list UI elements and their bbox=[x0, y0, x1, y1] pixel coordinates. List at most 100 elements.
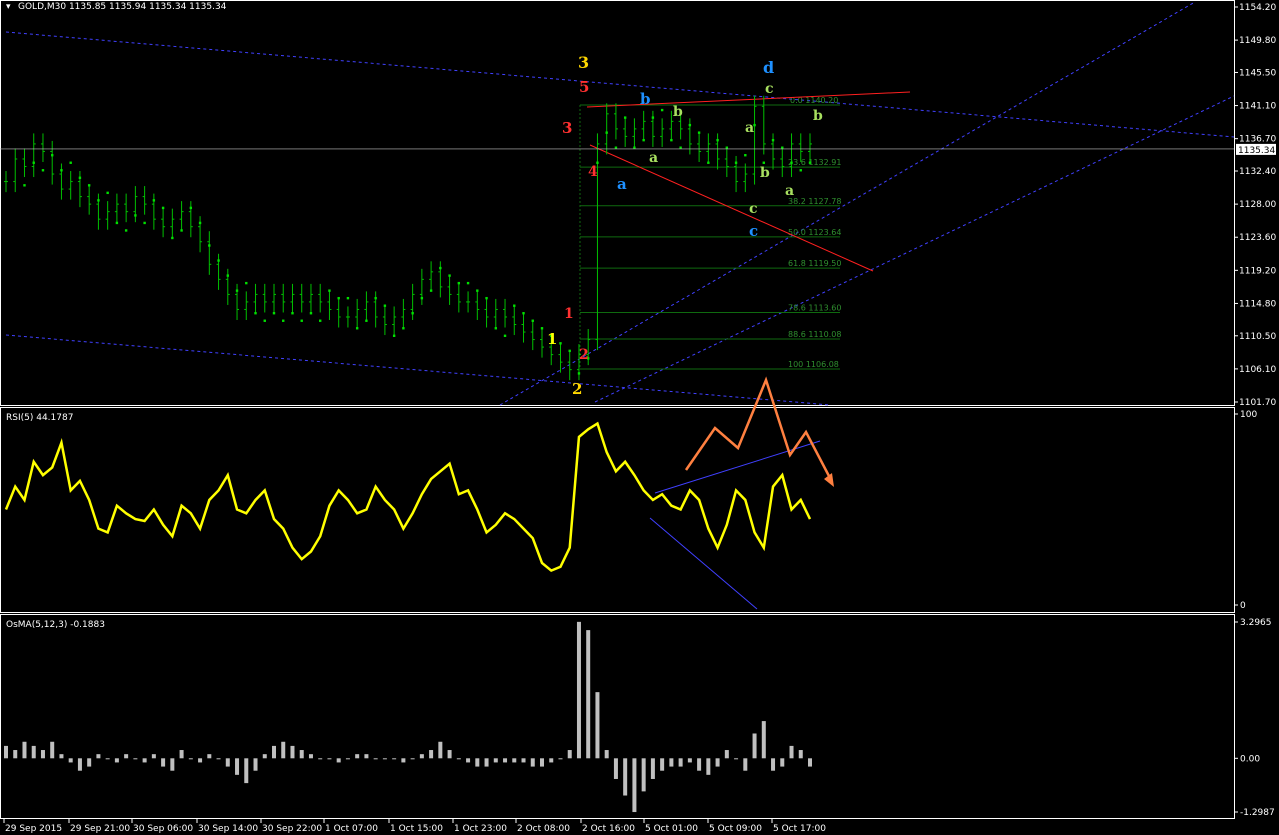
wave-label: b bbox=[760, 165, 770, 181]
osma-bar bbox=[798, 750, 803, 759]
fib-level-label: 100 1106.08 bbox=[788, 360, 839, 369]
channel-line bbox=[499, 1, 1196, 406]
osma-bar bbox=[687, 758, 692, 763]
sar-dot bbox=[605, 131, 608, 134]
trading-chart[interactable]: 0.0 1140.2023.6 1132.9138.2 1127.7850.0 … bbox=[0, 0, 1279, 835]
sar-dot bbox=[97, 199, 100, 202]
osma-bar bbox=[697, 758, 702, 771]
sar-dot bbox=[790, 161, 793, 164]
sar-dot bbox=[291, 312, 294, 315]
osma-bar bbox=[105, 758, 110, 760]
osma-bar bbox=[198, 758, 203, 763]
sar-dot bbox=[402, 327, 405, 330]
osma-bar bbox=[613, 758, 618, 779]
sar-dot bbox=[134, 214, 137, 217]
sar-dot bbox=[781, 146, 784, 149]
triangle-lines[interactable] bbox=[586, 91, 911, 272]
sar-dot bbox=[328, 289, 331, 292]
current-price-line: 1135.34 bbox=[0, 143, 1276, 156]
trend-channels[interactable] bbox=[5, 1, 1235, 406]
wave-label: a bbox=[649, 150, 658, 166]
projection-arrow[interactable] bbox=[684, 376, 834, 487]
wave-label: a bbox=[617, 175, 627, 193]
channel-line bbox=[5, 31, 1235, 138]
time-tick-label: 2 Oct 16:00 bbox=[582, 824, 635, 834]
osma-panel[interactable] bbox=[0, 614, 1235, 819]
wave-label: 1 bbox=[547, 330, 557, 348]
price-tick-label: 1106.10 bbox=[1239, 365, 1276, 375]
osma-bar bbox=[308, 754, 313, 759]
osma-bar bbox=[318, 758, 323, 760]
osma-bar bbox=[327, 758, 332, 760]
osma-bar bbox=[410, 758, 415, 760]
sar-dot bbox=[411, 312, 414, 315]
sar-dot bbox=[69, 161, 72, 164]
dropdown-arrow-icon[interactable]: ▾ bbox=[6, 2, 11, 12]
sar-dot bbox=[309, 312, 313, 315]
price-bars bbox=[4, 95, 812, 381]
wave-label: d bbox=[763, 58, 774, 77]
osma-bar bbox=[262, 754, 267, 759]
sar-dot bbox=[226, 274, 229, 277]
sar-dot bbox=[198, 221, 202, 225]
sar-dot bbox=[623, 116, 627, 119]
wave-label: 2 bbox=[579, 347, 589, 363]
osma-bar bbox=[235, 758, 240, 775]
sar-dot bbox=[235, 289, 239, 292]
osma-bar bbox=[530, 758, 535, 767]
osma-tick-label: 0.00 bbox=[1240, 754, 1260, 764]
osma-bar bbox=[124, 754, 129, 759]
osma-bar bbox=[567, 750, 572, 759]
sar-dot bbox=[115, 221, 119, 225]
sar-dot bbox=[522, 312, 525, 315]
price-tick-label: 1101.70 bbox=[1239, 398, 1276, 408]
osma-bar bbox=[660, 758, 665, 771]
osma-bar bbox=[743, 758, 748, 771]
rsi-trendlines[interactable] bbox=[649, 440, 821, 610]
sar-dot bbox=[180, 229, 183, 232]
osma-bar bbox=[59, 754, 64, 759]
sar-dot bbox=[254, 312, 257, 315]
time-tick-label: 1 Oct 23:00 bbox=[454, 824, 507, 834]
sar-dot bbox=[697, 131, 701, 134]
sar-dot bbox=[808, 161, 812, 164]
osma-bar bbox=[780, 758, 785, 767]
sar-dot bbox=[476, 289, 479, 292]
sar-dot bbox=[23, 184, 26, 187]
wave-label: 5 bbox=[579, 78, 589, 96]
time-tick-label: 1 Oct 15:00 bbox=[390, 824, 443, 834]
osma-bar bbox=[290, 745, 295, 759]
fibonacci-retracement[interactable]: 0.0 1140.2023.6 1132.9138.2 1127.7850.0 … bbox=[579, 96, 841, 370]
wave-label: 1 bbox=[564, 306, 574, 322]
channel-line bbox=[594, 95, 1235, 403]
sar-dot bbox=[143, 221, 146, 225]
sar-dot bbox=[124, 229, 128, 232]
osma-bar bbox=[253, 758, 258, 771]
sar-dot bbox=[513, 304, 516, 307]
sar-dot bbox=[60, 169, 63, 172]
sar-dot bbox=[171, 236, 174, 240]
price-tick-label: 1110.50 bbox=[1239, 332, 1276, 342]
sar-dot bbox=[245, 281, 248, 285]
osma-bar bbox=[345, 758, 350, 760]
osma-bar bbox=[503, 758, 508, 763]
sar-dot bbox=[439, 266, 442, 270]
sar-dot bbox=[32, 161, 35, 164]
osma-bar bbox=[484, 758, 489, 767]
osma-bar bbox=[170, 758, 175, 771]
osma-bar bbox=[604, 750, 609, 759]
sar-dot bbox=[41, 169, 45, 172]
price-panel[interactable] bbox=[0, 0, 1235, 406]
osma-bar bbox=[4, 745, 8, 759]
price-tick-label: 1136.70 bbox=[1239, 135, 1276, 145]
osma-bar bbox=[521, 758, 526, 763]
sar-dot bbox=[319, 319, 322, 322]
fib-level-label: 38.2 1127.78 bbox=[788, 197, 841, 206]
osma-bar bbox=[272, 745, 276, 759]
wave-label: c bbox=[749, 201, 758, 217]
sar-dot bbox=[707, 161, 710, 164]
rsi-lower-trendline bbox=[649, 517, 758, 610]
wave-label: b bbox=[640, 90, 651, 108]
osma-bar bbox=[50, 741, 55, 759]
sar-dot bbox=[429, 289, 433, 292]
